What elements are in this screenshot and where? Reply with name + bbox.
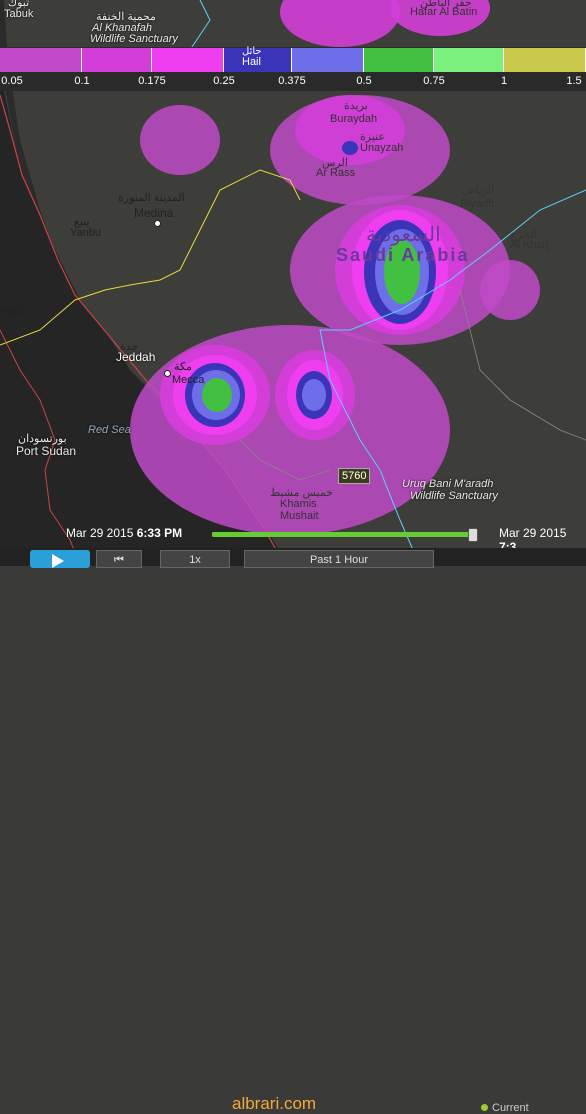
timeline-start: Mar 29 2015 6:33 PM xyxy=(66,526,182,540)
road-tag: 5760 xyxy=(338,468,371,484)
current-button[interactable]: Current xyxy=(481,1102,529,1114)
legend-tick: 1 xyxy=(500,75,508,87)
legend-swatch xyxy=(504,48,586,72)
legend-swatch xyxy=(152,48,224,72)
start-time: 6:33 PM xyxy=(136,526,183,540)
legend-tick: 0.25 xyxy=(213,75,235,87)
legend-swatch xyxy=(0,48,82,72)
city-dot-mecca xyxy=(164,370,171,377)
city-dot-medina xyxy=(154,220,161,227)
place-buraydah: Buraydah xyxy=(330,113,378,125)
skip-back-button[interactable]: ⏮ xyxy=(96,550,142,568)
place-khamis: Khamis xyxy=(280,498,317,510)
range-label: Past 1 Hour xyxy=(309,554,369,566)
place-jeddah: Jeddah xyxy=(116,350,156,364)
place-park: Park xyxy=(0,306,23,318)
place-medina: Medina xyxy=(134,206,174,220)
timeline-slider[interactable] xyxy=(212,528,478,542)
legend-tick: 0.1 xyxy=(74,75,90,87)
timeline-progress xyxy=(212,532,469,537)
legend-tick: 0.5 xyxy=(356,75,372,87)
legend-swatch xyxy=(292,48,364,72)
playback-controls: ⏮ 1x Past 1 Hour albrari.com Current xyxy=(0,548,586,1114)
sea-red: Red Sea xyxy=(88,424,131,436)
legend-swatch xyxy=(364,48,434,72)
place-mecca-ar: مكة xyxy=(174,361,192,373)
current-label: Current xyxy=(492,1102,529,1114)
legend-tick: 1.5 xyxy=(566,75,582,87)
place-medina-ar: المدينة المنورة xyxy=(118,192,185,204)
watermark: albrari.com xyxy=(232,1094,317,1113)
end-date: Mar 29 2015 xyxy=(499,526,567,540)
play-button[interactable] xyxy=(30,550,90,568)
timeline: Mar 29 2015 6:33 PM Mar 29 2015 7:3 xyxy=(0,520,586,554)
legend-swatch: حائل Hail xyxy=(224,46,292,72)
hail-label: Hail xyxy=(242,56,261,68)
range-select[interactable]: Past 1 Hour xyxy=(244,550,434,568)
country-saudi: Saudi Arabia xyxy=(336,245,470,265)
precip-legend: حائل Hail 0.05 0.1 0.175 0.25 0.375 0.5 … xyxy=(0,46,586,91)
place-uruq-1: Uruq Bani M'aradh xyxy=(402,478,494,490)
place-khanafah-2: Wildlife Sanctuary xyxy=(90,33,178,45)
legend-tick: 0.75 xyxy=(423,75,445,87)
place-unayzah: Unayzah xyxy=(360,142,404,154)
place-buraydah-ar: بريدة xyxy=(344,100,368,112)
start-date: Mar 29 2015 xyxy=(66,526,134,540)
place-riyadh-ar: الرياض xyxy=(462,184,495,196)
legend-swatch xyxy=(434,48,504,72)
speed-select[interactable]: 1x xyxy=(160,550,230,568)
speed-label: 1x xyxy=(189,554,201,566)
place-portsudan: Port Sudan xyxy=(16,444,77,458)
timeline-knob[interactable] xyxy=(468,528,478,542)
place-mecca: Mecca xyxy=(172,374,205,386)
place-arrass: Ar Rass xyxy=(316,167,356,179)
legend-swatch xyxy=(82,48,152,72)
place-yanbu: Yanbu xyxy=(70,227,101,239)
place-riyadh: Riyadh xyxy=(460,198,495,210)
legend-tick: 0.175 xyxy=(138,75,166,87)
place-hafar: Hafar Al Batin xyxy=(410,6,478,18)
place-uruq-2: Wildlife Sanctuary xyxy=(410,490,498,502)
legend-tick: 0.05 xyxy=(1,75,23,87)
country-saudi-ar: السعودية xyxy=(366,224,441,246)
legend-tick: 0.375 xyxy=(278,75,306,87)
place-tabuk-ar: تبوك xyxy=(8,0,30,9)
place-alkharj: Al Kharj xyxy=(510,239,549,251)
place-tabuk: Tabuk xyxy=(4,8,34,20)
